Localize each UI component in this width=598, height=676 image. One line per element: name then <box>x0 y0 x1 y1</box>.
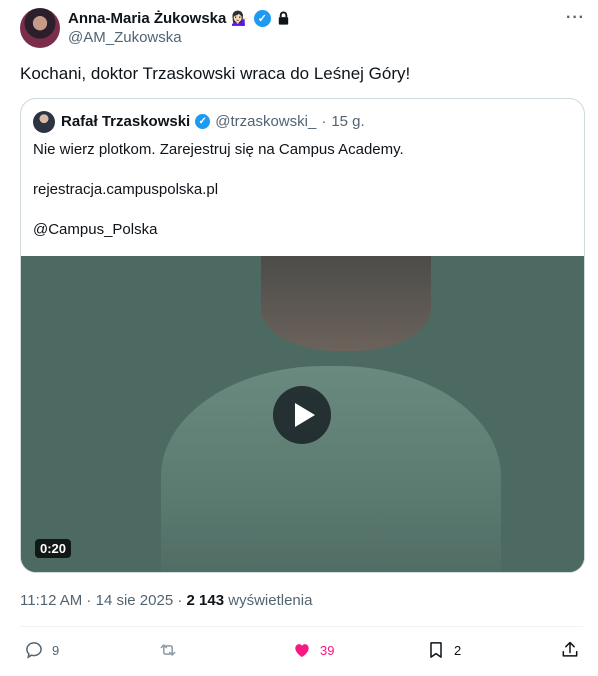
quote-author-name[interactable]: Rafał Trzaskowski <box>61 113 190 130</box>
tweet-text: Kochani, doktor Trzaskowski wraca do Leś… <box>20 64 411 83</box>
quote-avatar[interactable] <box>33 111 55 133</box>
reply-count: 9 <box>52 642 60 658</box>
more-icon[interactable]: ··· <box>566 9 585 27</box>
author-name[interactable]: Anna-Maria Żukowska <box>68 10 226 27</box>
quote-text-line: Nie wierz plotkom. Zarejestruj się na Ca… <box>33 141 404 158</box>
bookmark-button[interactable]: 2 <box>426 640 461 660</box>
tweet-meta: 11:12 AM · 14 sie 2025 · 2 143 wyświetle… <box>20 592 312 609</box>
play-icon[interactable] <box>273 386 331 444</box>
share-icon <box>562 641 578 657</box>
reply-button[interactable]: 9 <box>24 640 59 660</box>
avatar[interactable] <box>20 8 60 48</box>
quote-time[interactable]: 15 g. <box>331 113 364 130</box>
quote-author-handle[interactable]: @trzaskowski_ <box>215 113 316 130</box>
repost-icon <box>160 644 176 656</box>
author-row: Anna-Maria Żukowska 💁🏻‍♀️ ✓ <box>68 8 291 28</box>
author-handle[interactable]: @AM_Zukowska <box>68 29 182 46</box>
like-button[interactable]: 39 <box>292 640 334 660</box>
video-duration: 0:20 <box>35 539 72 558</box>
quote-separator: · <box>321 113 327 130</box>
views-label: wyświetlenia <box>224 592 313 609</box>
video-player[interactable]: 0:20 <box>21 256 584 572</box>
like-icon <box>295 644 309 658</box>
bookmark-count: 2 <box>454 642 462 658</box>
quote-header: Rafał Trzaskowski ✓ @trzaskowski_ · 15 g… <box>61 113 365 130</box>
video-frame-head <box>261 256 431 351</box>
like-count: 39 <box>320 642 335 658</box>
quote-verified-icon: ✓ <box>195 114 211 129</box>
quote-mention[interactable]: @Campus_Polska <box>33 221 157 238</box>
meta-separator: · <box>173 592 187 609</box>
reply-icon <box>26 642 42 659</box>
video-frame-hood <box>161 366 501 572</box>
quoted-tweet[interactable]: Rafał Trzaskowski ✓ @trzaskowski_ · 15 g… <box>20 98 585 573</box>
quote-link[interactable]: rejestracja.campuspolska.pl <box>33 181 218 198</box>
share-button[interactable] <box>560 640 580 660</box>
verified-icon[interactable]: ✓ <box>253 9 271 27</box>
author-emoji: 💁🏻‍♀️ <box>231 9 249 26</box>
meta-separator: · <box>82 592 96 609</box>
repost-button[interactable] <box>158 640 186 660</box>
bookmark-icon <box>430 642 442 658</box>
lock-icon <box>278 11 288 25</box>
tweet-time[interactable]: 11:12 AM <box>20 592 82 609</box>
views-count: 2 143 <box>186 592 225 609</box>
divider <box>20 626 583 627</box>
tweet-date[interactable]: 14 sie 2025 <box>96 592 174 609</box>
